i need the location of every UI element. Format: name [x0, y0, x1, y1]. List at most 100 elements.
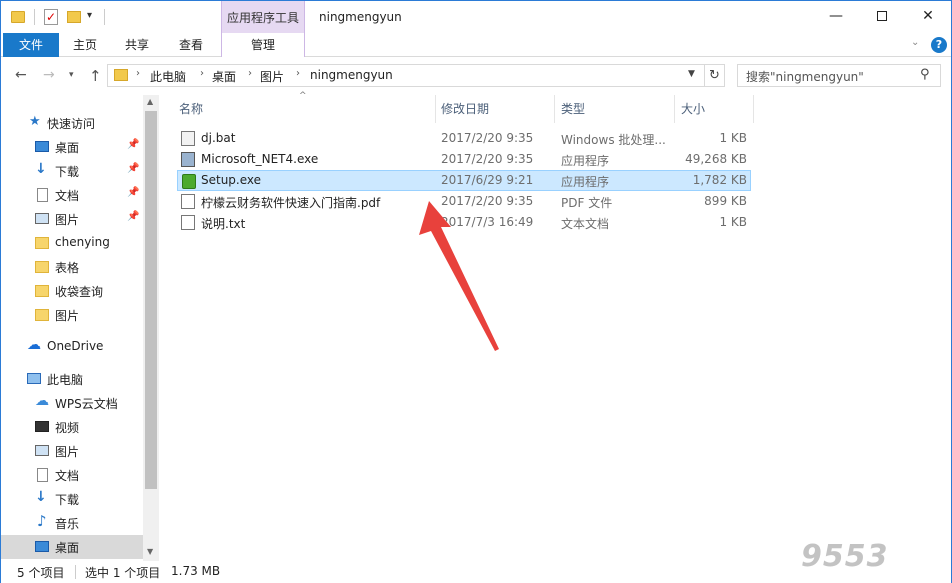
file-date: 2017/6/29 9:21 [441, 173, 534, 187]
site-watermark: 9553 [801, 539, 889, 574]
sidebar-item-label: OneDrive [47, 339, 104, 353]
folder-icon [35, 237, 49, 249]
sidebar-item-documents[interactable]: 文档 📌 [1, 183, 143, 207]
sidebar-item-chenying[interactable]: chenying [1, 231, 143, 255]
video-icon [35, 421, 49, 432]
sidebar-scrollbar[interactable]: ▲ ▼ [143, 95, 159, 561]
file-row-selected[interactable]: Setup.exe 2017/6/29 9:21 应用程序 1,782 KB [177, 170, 751, 191]
pin-icon[interactable]: 📌 [127, 163, 139, 174]
up-arrow-icon[interactable]: ↑ [89, 67, 102, 85]
sidebar-item-desktop[interactable]: 桌面 📌 [1, 135, 143, 159]
breadcrumb-this-pc[interactable]: 此电脑 [150, 68, 186, 85]
sidebar-item-pc-downloads[interactable]: ↓ 下载 [1, 487, 143, 511]
refresh-icon[interactable]: ↻ [705, 64, 725, 87]
sidebar-item-label: 快速访问 [47, 117, 96, 131]
computer-icon [27, 373, 41, 384]
scroll-up-icon[interactable]: ▲ [147, 97, 153, 106]
tab-home[interactable]: 主页 [65, 33, 105, 57]
column-header-size[interactable]: 大小 [681, 95, 705, 123]
sidebar-item-this-pc[interactable]: 此电脑 [1, 367, 143, 391]
scrollbar-thumb[interactable] [145, 111, 157, 489]
pin-icon[interactable]: 📌 [127, 139, 139, 150]
sidebar-item-label: 音乐 [55, 517, 80, 531]
search-icon[interactable]: ⚲ [920, 67, 930, 82]
tab-view[interactable]: 查看 [171, 33, 211, 57]
file-name: 柠檬云财务软件快速入门指南.pdf [201, 196, 381, 210]
recent-locations-icon[interactable]: ▾ [69, 70, 74, 80]
sidebar-item-downloads[interactable]: ↓ 下载 📌 [1, 159, 143, 183]
expand-ribbon-icon[interactable]: ⌄ [911, 37, 919, 48]
file-size: 899 KB [704, 194, 747, 208]
properties-icon[interactable]: ✓ [44, 9, 58, 25]
sidebar-item-label: chenying [55, 235, 110, 249]
column-divider[interactable] [435, 95, 436, 123]
column-divider[interactable] [753, 95, 754, 123]
desktop-icon [35, 541, 49, 552]
annotation-arrow [419, 201, 499, 351]
file-list: ^ 名称 修改日期 类型 大小 dj.bat 2017/2/20 9:35 Wi… [161, 91, 951, 561]
sidebar-item-label: WPS云文档 [55, 397, 118, 411]
sidebar-item-tables[interactable]: 表格 [1, 255, 143, 279]
new-folder-icon[interactable] [67, 11, 81, 23]
chevron-right-icon[interactable]: › [296, 68, 300, 79]
breadcrumb-pictures[interactable]: 图片 [260, 68, 284, 85]
search-input[interactable]: 搜索"ningmengyun" ⚲ [737, 64, 941, 87]
sidebar-item-pc-pictures[interactable]: 图片 [1, 439, 143, 463]
chevron-down-icon[interactable]: ▼ [688, 69, 695, 79]
status-divider [75, 565, 76, 579]
file-size: 1,782 KB [692, 173, 747, 187]
sidebar-item-label: 文档 [55, 189, 80, 203]
breadcrumb-desktop[interactable]: 桌面 [212, 68, 236, 85]
tab-share[interactable]: 共享 [117, 33, 157, 57]
item-count: 5 个项目 [17, 566, 65, 580]
maximize-icon [877, 11, 887, 21]
pin-icon[interactable]: 📌 [127, 187, 139, 198]
quick-access-divider [34, 9, 35, 25]
sidebar-item-pc-documents[interactable]: 文档 [1, 463, 143, 487]
file-type: Windows 批处理... [561, 133, 666, 147]
breadcrumb-ningmengyun[interactable]: ningmengyun [310, 68, 393, 82]
sidebar-item-quick-access[interactable]: ★ 快速访问 [1, 111, 143, 135]
tab-file[interactable]: 文件 [3, 33, 59, 57]
chevron-right-icon[interactable]: › [200, 68, 204, 79]
file-name: Microsoft_NET4.exe [201, 152, 319, 166]
tab-manage[interactable]: 管理 [221, 33, 305, 57]
file-row[interactable]: dj.bat 2017/2/20 9:35 Windows 批处理... 1 K… [177, 128, 751, 149]
help-icon[interactable]: ? [931, 37, 947, 53]
download-icon: ↓ [35, 161, 47, 177]
sidebar-item-music[interactable]: ♪ 音乐 [1, 511, 143, 535]
navigation-pane: ★ 快速访问 桌面 📌 ↓ 下载 📌 文档 📌 图片 📌 chenying 表格… [1, 95, 159, 561]
minimize-button[interactable]: — [813, 1, 859, 33]
pin-icon[interactable]: 📌 [127, 211, 139, 222]
sidebar-item-pictures[interactable]: 图片 📌 [1, 207, 143, 231]
column-divider[interactable] [554, 95, 555, 123]
folder-icon [35, 309, 49, 321]
file-size: 1 KB [719, 215, 747, 229]
sidebar-item-wps-cloud[interactable]: ☁ WPS云文档 [1, 391, 143, 415]
column-divider[interactable] [674, 95, 675, 123]
chevron-right-icon[interactable]: › [248, 68, 252, 79]
pictures-icon [35, 213, 49, 224]
back-arrow-icon[interactable]: ← [15, 67, 27, 83]
navigation-bar: ← → ▾ ↑ › 此电脑 › 桌面 › 图片 › ningmengyun ▼ … [1, 57, 951, 95]
chevron-right-icon[interactable]: › [136, 68, 140, 79]
close-button[interactable]: ✕ [905, 1, 951, 33]
maximize-button[interactable] [859, 1, 905, 33]
document-icon [37, 468, 48, 482]
file-row[interactable]: Microsoft_NET4.exe 2017/2/20 9:35 应用程序 4… [177, 149, 751, 170]
sidebar-item-pictures-folder[interactable]: 图片 [1, 303, 143, 327]
folder-icon [35, 285, 49, 297]
column-header-name[interactable]: 名称 [179, 95, 203, 123]
sidebar-item-receipt-query[interactable]: 收袋查询 [1, 279, 143, 303]
column-header-type[interactable]: 类型 [561, 95, 585, 123]
column-header-date[interactable]: 修改日期 [441, 95, 489, 123]
address-bar[interactable]: › 此电脑 › 桌面 › 图片 › ningmengyun ▼ [107, 64, 705, 87]
customize-toolbar-icon[interactable]: ▾ [87, 10, 92, 26]
sidebar-item-videos[interactable]: 视频 [1, 415, 143, 439]
sidebar-item-label: 文档 [55, 469, 80, 483]
scroll-down-icon[interactable]: ▼ [147, 547, 153, 556]
forward-arrow-icon[interactable]: → [43, 67, 55, 83]
sidebar-item-label: 桌面 [55, 541, 80, 555]
sidebar-item-onedrive[interactable]: ☁ OneDrive [1, 335, 143, 359]
sidebar-item-pc-desktop[interactable]: 桌面 [1, 535, 143, 559]
